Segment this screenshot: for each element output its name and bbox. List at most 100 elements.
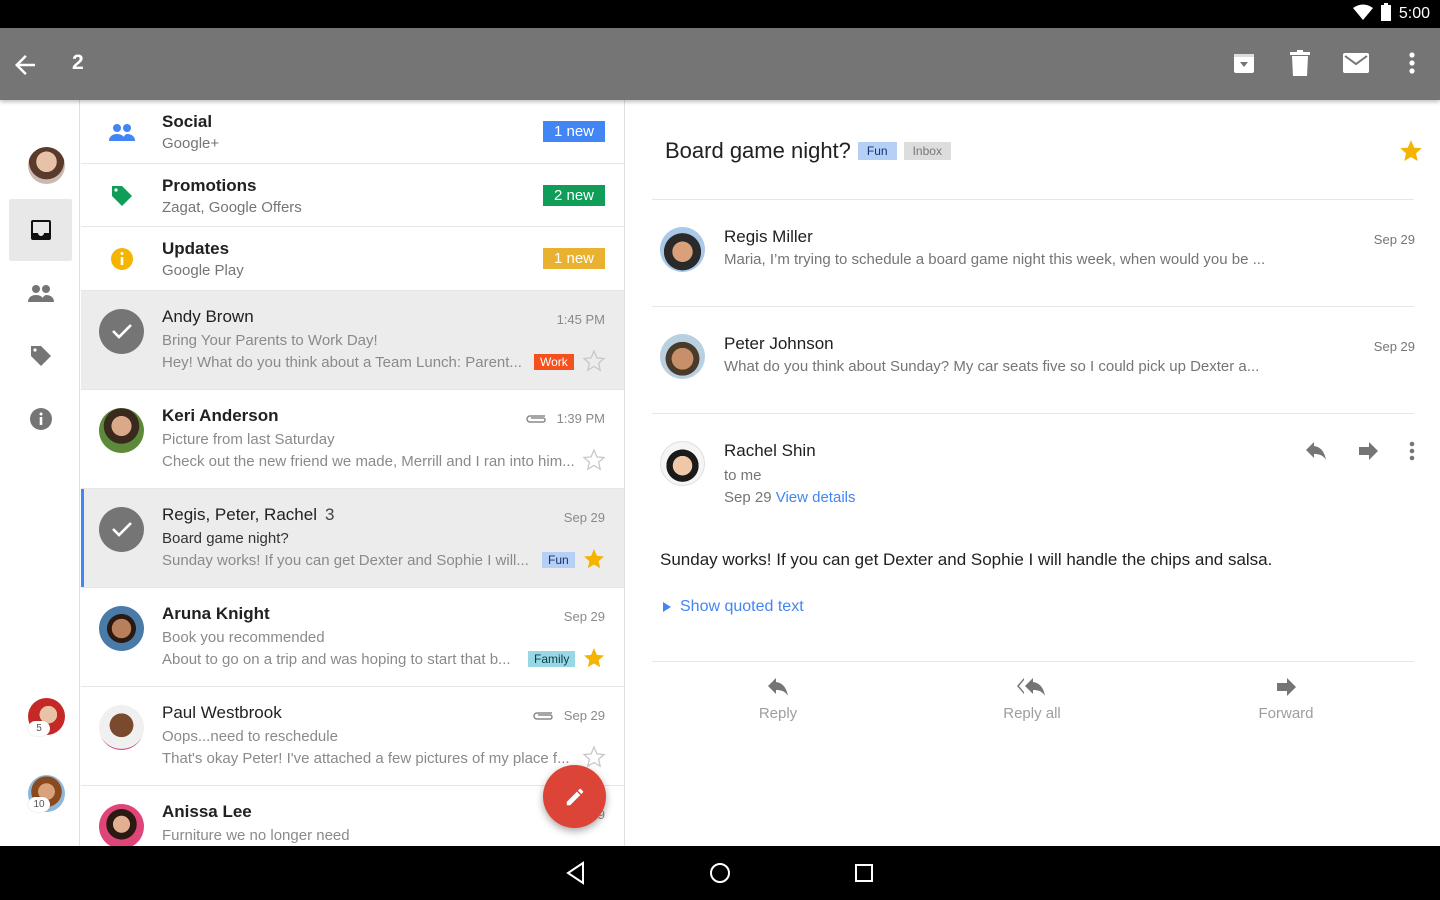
thread-time: Sep 29: [563, 608, 605, 624]
thread-date: 1:39 PM: [525, 411, 605, 426]
new-count-badge: 2 new: [542, 184, 605, 206]
star-outline-icon[interactable]: [582, 447, 606, 472]
rail-item-people[interactable]: [9, 262, 72, 324]
thread-row[interactable]: Regis, Peter, Rachel 3 Sep 29 Board game …: [81, 488, 624, 588]
rail-item-info[interactable]: [9, 388, 72, 450]
star-outline-icon[interactable]: [582, 744, 606, 769]
delete-icon: [1290, 50, 1310, 76]
reply-all-label: Reply all: [1003, 705, 1061, 722]
thread-snippet: About to go on a trip and was hoping to …: [162, 650, 511, 668]
category-title: Promotions: [162, 175, 257, 195]
compose-button[interactable]: [543, 765, 606, 828]
show-quoted-text-link[interactable]: Show quoted text: [662, 598, 804, 616]
star-filled-icon[interactable]: [1398, 138, 1424, 164]
divider: [652, 199, 1414, 200]
category-promotions[interactable]: Promotions Zagat, Google Offers 2 new: [81, 164, 624, 227]
collapsed-message[interactable]: Peter Johnson What do you think about Su…: [660, 334, 1415, 384]
reply-icon: [768, 678, 788, 696]
message-actions: Reply Reply all Forward: [652, 678, 1414, 738]
navigation-rail: 5 10: [0, 100, 80, 846]
message-body: Sunday works! If you can get Dexter and …: [660, 550, 1273, 569]
back-arrow-icon: [15, 55, 35, 75]
tag-icon: [112, 185, 132, 206]
sender-avatar: [99, 605, 144, 651]
status-bar: 5:00: [0, 0, 1440, 28]
category-senders: Google+: [162, 135, 220, 152]
star-filled-icon[interactable]: [582, 646, 606, 670]
attachment-icon: [533, 712, 553, 720]
forward-icon[interactable]: [1357, 442, 1379, 460]
forward-label: Forward: [1258, 705, 1314, 722]
people-icon: [109, 124, 135, 141]
thread-sender: Anissa Lee: [162, 801, 252, 821]
sender-avatar: [660, 334, 705, 379]
rail-item-inbox[interactable]: [9, 199, 72, 261]
thread-row[interactable]: Andy Brown 1:45 PM Bring Your Parents to…: [81, 290, 624, 390]
thread-date: Sep 29: [532, 708, 605, 723]
system-navigation-bar: [0, 846, 1440, 900]
reply-button[interactable]: Reply: [718, 678, 838, 722]
collapsed-message[interactable]: Regis Miller Maria, I’m trying to schedu…: [660, 227, 1415, 277]
star-filled-icon[interactable]: [582, 547, 606, 571]
view-details-link[interactable]: View details: [776, 489, 856, 506]
expanded-message-header: Rachel Shin to me Sep 29 View details: [660, 441, 1415, 516]
triangle-right-icon: [663, 602, 671, 612]
reply-icon[interactable]: [1305, 442, 1327, 460]
more-vert-icon: [1409, 52, 1415, 74]
message-sender: Regis Miller: [724, 227, 813, 246]
thread-row[interactable]: Paul Westbrook Sep 29 Oops...need to res…: [81, 686, 624, 786]
category-updates[interactable]: Updates Google Play 1 new: [81, 227, 624, 291]
recents-icon[interactable]: [851, 860, 877, 886]
selected-check[interactable]: [99, 506, 144, 552]
divider: [652, 661, 1414, 662]
selected-check[interactable]: [99, 308, 144, 354]
message-snippet: What do you think about Sunday? My car s…: [724, 358, 1260, 375]
reply-all-button[interactable]: Reply all: [972, 678, 1092, 722]
message-sender: Rachel Shin: [724, 441, 816, 460]
message-date: Sep 29 View details: [724, 489, 856, 506]
thread-subject: Book you recommended: [162, 628, 325, 646]
category-title: Updates: [162, 239, 230, 258]
thread-row[interactable]: Keri Anderson 1:39 PM Picture from last …: [81, 389, 624, 489]
label-chip-fun: Fun: [542, 551, 575, 568]
archive-icon: [1234, 54, 1254, 73]
delete-button[interactable]: [1286, 48, 1314, 78]
label-chip-family: Family: [528, 650, 576, 667]
archive-button[interactable]: [1230, 48, 1258, 78]
new-count-badge: 1 new: [542, 248, 605, 269]
sender-avatar: [99, 803, 144, 846]
thread-date: Sep 29: [564, 609, 605, 624]
label-chip-fun[interactable]: Fun: [857, 142, 897, 160]
account-avatar[interactable]: [28, 147, 65, 184]
thread-sender: Regis, Peter, Rachel 3: [162, 505, 334, 525]
thread-time: Sep 29: [563, 707, 605, 723]
more-vert-icon[interactable]: [1409, 441, 1415, 461]
category-social[interactable]: Social Google+ 1 new: [81, 100, 624, 164]
thread-row[interactable]: Aruna Knight Sep 29 Book you recommended…: [81, 587, 624, 687]
thread-subject: Board game night?: [162, 529, 289, 547]
back-button[interactable]: [10, 50, 40, 80]
thread-subject: Picture from last Saturday: [162, 430, 335, 448]
subject-text: Board game night?: [665, 138, 851, 163]
back-icon[interactable]: [563, 860, 589, 886]
recipient-text: to me: [724, 467, 762, 484]
reply-all-icon: [1017, 678, 1045, 696]
home-icon[interactable]: [707, 860, 733, 886]
attachment-icon: [525, 415, 546, 423]
thread-subject: Bring Your Parents to Work Day!: [162, 331, 378, 349]
star-outline-icon[interactable]: [582, 348, 606, 373]
more-options-button[interactable]: [1398, 48, 1426, 78]
forward-button[interactable]: Forward: [1226, 678, 1346, 722]
message-date: Sep 29: [1373, 339, 1415, 354]
thread-time: 1:45 PM: [556, 311, 605, 327]
label-chip-inbox[interactable]: Inbox: [903, 142, 951, 160]
unread-count-badge: 10: [28, 797, 50, 812]
conversation-view: Board game night? Fun Inbox Regis Miller…: [626, 100, 1440, 846]
rail-item-labels[interactable]: [9, 325, 72, 387]
message-count: 3: [324, 504, 335, 524]
reply-label: Reply: [758, 705, 798, 722]
thread-snippet: That's okay Peter! I've attached a few p…: [162, 749, 570, 767]
check-icon: [111, 522, 132, 537]
mark-unread-button[interactable]: [1342, 48, 1370, 78]
thread-sender: Keri Anderson: [162, 405, 279, 425]
